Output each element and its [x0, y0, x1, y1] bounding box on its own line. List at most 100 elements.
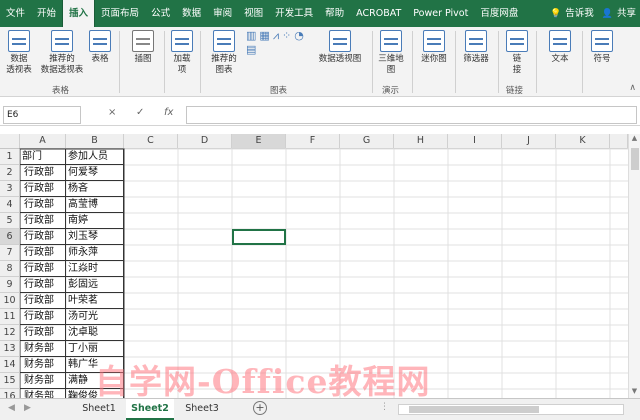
cell-participant[interactable]: 师永萍	[66, 245, 124, 261]
menu-tab-baidu[interactable]: 百度网盘	[474, 0, 524, 27]
cell-department[interactable]: 行政部	[20, 229, 66, 245]
cell-participant[interactable]: 参加人员	[66, 149, 124, 165]
add-sheet-icon[interactable]: +	[253, 401, 267, 415]
pie-chart-icon[interactable]: ◔	[294, 30, 304, 41]
tell-me-button[interactable]: 告诉我	[565, 0, 602, 27]
row-header[interactable]: 2	[0, 165, 20, 181]
menu-tab-insert[interactable]: 插入	[62, 0, 96, 27]
scroll-up-icon[interactable]: ▲	[629, 134, 640, 145]
sheet-tab[interactable]: Sheet1	[76, 399, 122, 420]
pivot-chart-button[interactable]: 数据透视图	[312, 30, 368, 65]
vertical-scrollbar[interactable]: ▲ ▼	[628, 134, 640, 398]
menu-tab-data[interactable]: 数据	[176, 0, 207, 27]
scroll-down-icon[interactable]: ▼	[629, 387, 640, 398]
sparklines-button[interactable]: 迷你图	[418, 30, 450, 65]
addins-button[interactable]: 加载 项	[168, 30, 196, 76]
cell-department[interactable]: 行政部	[20, 165, 66, 181]
pivot-table-button[interactable]: 数据 透视表	[4, 30, 34, 76]
cell-participant[interactable]: 南婷	[66, 213, 124, 229]
row-header[interactable]: 7	[0, 245, 20, 261]
scroll-thumb[interactable]	[631, 148, 639, 170]
cell-department[interactable]: 行政部	[20, 213, 66, 229]
cell-department[interactable]: 财务部	[20, 389, 66, 398]
cell-department[interactable]: 行政部	[20, 309, 66, 325]
cell-department[interactable]: 财务部	[20, 373, 66, 389]
cell-department[interactable]: 行政部	[20, 261, 66, 277]
menu-tab-acrobat[interactable]: ACROBAT	[350, 0, 407, 27]
menu-tab-developer[interactable]: 开发工具	[269, 0, 319, 27]
enter-icon[interactable]: ✓	[136, 107, 144, 118]
cell-department[interactable]: 行政部	[20, 293, 66, 309]
cell-participant[interactable]: 何爱琴	[66, 165, 124, 181]
insert-function-icon[interactable]: fx	[164, 107, 173, 118]
menu-tab-home[interactable]: 开始	[31, 0, 62, 27]
cell-department[interactable]: 行政部	[20, 197, 66, 213]
menu-tab-page-layout[interactable]: 页面布局	[95, 0, 145, 27]
symbols-button[interactable]: 符号	[588, 30, 616, 65]
column-chart-icon[interactable]: ▥	[246, 30, 256, 41]
symbols-label: 符号	[593, 54, 611, 64]
row-header[interactable]: 10	[0, 293, 20, 309]
sheet-tab-active[interactable]: Sheet2	[126, 399, 174, 420]
recommended-charts-button[interactable]: 推荐的 图表	[206, 30, 242, 76]
sheet-tab[interactable]: Sheet3	[178, 399, 226, 420]
illustrations-button[interactable]: 插图	[128, 30, 158, 65]
prev-sheet-icon[interactable]: ◀	[8, 403, 15, 413]
horizontal-scrollbar[interactable]	[398, 404, 624, 415]
row-header[interactable]: 1	[0, 149, 20, 165]
more-options-icon[interactable]: ⋮	[380, 402, 389, 412]
row-header[interactable]: 5	[0, 213, 20, 229]
cell-department[interactable]: 财务部	[20, 357, 66, 373]
selected-cell-e6[interactable]	[232, 229, 286, 245]
cell-participant[interactable]: 江焱时	[66, 261, 124, 277]
cell-department[interactable]: 财务部	[20, 341, 66, 357]
cell-participant[interactable]: 汤可光	[66, 309, 124, 325]
share-button[interactable]: 共享	[613, 0, 640, 27]
row-header[interactable]: 16	[0, 389, 20, 398]
row-header[interactable]: 8	[0, 261, 20, 277]
recommended-pivot-button[interactable]: 推荐的 数据透视表	[38, 30, 86, 76]
row-header[interactable]: 6	[0, 229, 20, 245]
line-chart-icon[interactable]: ⩘	[273, 30, 279, 41]
scatter-chart-icon[interactable]: ⁘	[282, 30, 291, 41]
filters-button[interactable]: 筛选器	[460, 30, 492, 65]
ribbon: 数据 透视表 推荐的 数据透视表 表格 表格 插图 加载 项 推荐的 图表 ▥ …	[0, 27, 640, 97]
cell-participant[interactable]: 叶荣茗	[66, 293, 124, 309]
hierarchy-chart-icon[interactable]: ▦	[259, 30, 269, 41]
3d-map-button[interactable]: 三维地 图	[376, 30, 406, 76]
menu-tab-file[interactable]: 文件	[0, 0, 31, 27]
row-header[interactable]: 4	[0, 197, 20, 213]
row-header[interactable]: 11	[0, 309, 20, 325]
cell-participant[interactable]: 沈卓聪	[66, 325, 124, 341]
horizontal-scroll-thumb[interactable]	[409, 406, 539, 413]
link-button[interactable]: 链 接	[504, 30, 530, 76]
row-header[interactable]: 3	[0, 181, 20, 197]
formula-input[interactable]	[186, 106, 637, 124]
text-button[interactable]: 文本	[544, 30, 576, 65]
combo-chart-icon[interactable]: ▤	[246, 44, 256, 55]
cell-participant[interactable]: 彭固远	[66, 277, 124, 293]
menu-tab-view[interactable]: 视图	[238, 0, 269, 27]
cell-participant[interactable]: 高莹博	[66, 197, 124, 213]
row-header[interactable]: 9	[0, 277, 20, 293]
cell-department[interactable]: 行政部	[20, 325, 66, 341]
row-header[interactable]: 13	[0, 341, 20, 357]
cell-department[interactable]: 部门	[20, 149, 66, 165]
next-sheet-icon[interactable]: ▶	[24, 403, 31, 413]
row-header[interactable]: 12	[0, 325, 20, 341]
cell-department[interactable]: 行政部	[20, 277, 66, 293]
cell-department[interactable]: 行政部	[20, 181, 66, 197]
name-box[interactable]: E6	[3, 106, 81, 124]
cell-department[interactable]: 行政部	[20, 245, 66, 261]
collapse-ribbon-icon[interactable]: ∧	[629, 83, 636, 93]
row-header[interactable]: 14	[0, 357, 20, 373]
menu-tab-formulas[interactable]: 公式	[145, 0, 176, 27]
menu-tab-review[interactable]: 审阅	[207, 0, 238, 27]
menu-tab-power-pivot[interactable]: Power Pivot	[407, 0, 474, 27]
cell-participant[interactable]: 杨吝	[66, 181, 124, 197]
table-button[interactable]: 表格	[88, 30, 112, 65]
cell-participant[interactable]: 刘玉琴	[66, 229, 124, 245]
row-header[interactable]: 15	[0, 373, 20, 389]
cancel-icon[interactable]: ×	[108, 107, 116, 118]
menu-tab-help[interactable]: 帮助	[319, 0, 350, 27]
